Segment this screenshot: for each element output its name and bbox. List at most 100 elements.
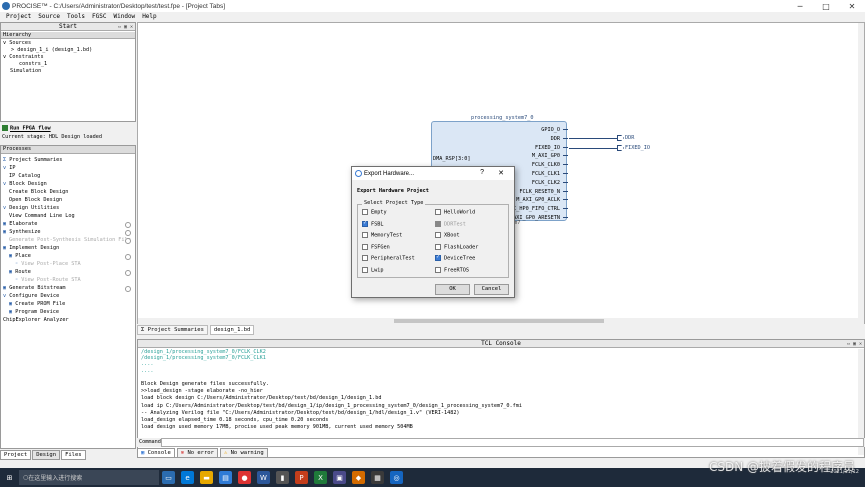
checkbox-icon[interactable] (362, 255, 368, 261)
checkbox-icon[interactable] (435, 209, 441, 215)
chrome-icon[interactable]: ● (238, 471, 251, 484)
process-item[interactable]: v Configure Device (3, 293, 59, 299)
minimize-button[interactable]: ─ (787, 0, 813, 12)
process-item[interactable]: v Design Utilities (3, 205, 59, 211)
tree-constraints[interactable]: v Constraints (3, 54, 44, 60)
block-port[interactable]: FCLK_CLK1 (532, 171, 560, 177)
tab-design[interactable]: Design (32, 450, 61, 460)
run-fpga-flow-button[interactable]: Run FPGA flow (2, 125, 51, 132)
app-icon[interactable]: ▣ (333, 471, 346, 484)
block-port[interactable]: GPIO_O (541, 127, 560, 133)
menu-fgsc[interactable]: FGSC (92, 13, 106, 20)
tab-project[interactable]: Project (0, 450, 32, 460)
tree-constrs[interactable]: constrs_1 (19, 61, 47, 67)
process-item[interactable]: ▣ Generate Bitstream (3, 285, 65, 291)
cancel-button[interactable]: Cancel (474, 284, 509, 295)
block-port[interactable]: M_AXI_GP0 (532, 153, 560, 159)
checkbox-icon[interactable] (362, 243, 368, 250)
process-item[interactable]: Open Block Design (9, 197, 62, 203)
project-type-option[interactable]: FreeRTOS (435, 266, 469, 273)
project-type-option[interactable]: Lwip (362, 266, 384, 273)
project-type-option[interactable]: HelloWorld (435, 209, 475, 216)
process-item[interactable]: ▣ Elaborate (3, 221, 37, 227)
tab-files[interactable]: Files (61, 450, 86, 460)
menu-project[interactable]: Project (6, 13, 31, 20)
checkbox-icon[interactable] (435, 243, 441, 250)
taskbar-search[interactable]: ○ 在这里输入进行搜索 (19, 470, 159, 485)
tab-console[interactable]: ▣ Console (137, 448, 175, 458)
checkbox-icon[interactable] (435, 266, 441, 273)
project-type-option[interactable]: FlashLoader (435, 243, 478, 250)
procise-icon[interactable]: ◎ (390, 471, 403, 484)
process-item[interactable]: Σ Project Summaries (3, 157, 62, 163)
process-item[interactable]: ◦ View Post-Route STA (15, 277, 81, 283)
app-icon[interactable]: ▦ (371, 471, 384, 484)
process-item[interactable]: ▣ Synthesize (3, 229, 40, 235)
menu-window[interactable]: Window (114, 13, 136, 20)
excel-icon[interactable]: X (314, 471, 327, 484)
tab-design-bd[interactable]: design_1.bd (209, 325, 255, 335)
windows-start-icon[interactable]: ⊞ (3, 471, 16, 484)
checkbox-icon[interactable] (435, 232, 441, 238)
app-icon[interactable]: ◆ (352, 471, 365, 484)
ok-button[interactable]: OK (435, 284, 470, 295)
process-item[interactable]: v IP (3, 165, 16, 171)
process-item[interactable]: ▣ Create PROM File (9, 301, 65, 307)
store-icon[interactable]: ▤ (219, 471, 232, 484)
process-item[interactable]: v Block Design (3, 181, 47, 187)
tree-simulation[interactable]: Simulation (10, 68, 41, 74)
block-port[interactable]: DDR (551, 136, 560, 142)
project-type-option[interactable]: FSFGen (362, 243, 390, 250)
block-port[interactable]: FCLK_CLK0 (532, 162, 560, 168)
project-type-option[interactable]: MemoryTest (362, 232, 402, 239)
block-port[interactable]: M_AXI_GP0_ACLK (516, 197, 560, 203)
tab-project-summaries[interactable]: Σ Project Summaries (137, 325, 208, 335)
process-item[interactable]: IP Catalog (9, 173, 40, 179)
block-port[interactable]: FCLK_CLK2 (532, 180, 560, 186)
app-icon[interactable]: ▮ (276, 471, 289, 484)
project-type-option[interactable]: DeviceTree (435, 254, 475, 262)
tab-no-warning[interactable]: ⚠ No warning (219, 448, 268, 458)
task-view-icon[interactable]: ▭ (162, 471, 175, 484)
process-item[interactable]: Create Block Design (9, 189, 68, 195)
block-port[interactable]: FIXED_IO (535, 145, 560, 151)
checkbox-icon[interactable] (362, 232, 368, 238)
edge-icon[interactable]: e (181, 471, 194, 484)
process-item[interactable]: ▣ Program Device (9, 309, 59, 315)
project-type-option[interactable]: XBoot (435, 232, 460, 239)
word-icon[interactable]: W (257, 471, 270, 484)
vertical-scrollbar[interactable] (858, 23, 864, 324)
close-window-button[interactable]: ✕ (839, 0, 865, 12)
folder-icon[interactable]: ▬ (200, 471, 213, 484)
project-type-option[interactable]: Empty (362, 209, 387, 216)
checkbox-icon[interactable] (362, 220, 368, 227)
checkbox-icon[interactable] (435, 254, 441, 261)
tree-sources[interactable]: v Sources (3, 40, 31, 46)
maximize-button[interactable]: □ (813, 0, 839, 12)
process-item[interactable]: ▣ Place (9, 253, 31, 259)
process-item[interactable]: ▣ Route (9, 269, 31, 275)
process-item[interactable]: ◦ View Post-Place STA (15, 261, 81, 267)
block-port[interactable]: FCLK_RESET0_N (519, 189, 560, 195)
checkbox-icon[interactable] (362, 266, 368, 273)
project-type-option[interactable]: DDRTest (435, 220, 466, 227)
command-input[interactable] (161, 438, 864, 447)
project-type-option[interactable]: PeripheralTest (362, 255, 415, 262)
menu-help[interactable]: Help (142, 13, 156, 20)
process-item[interactable]: ChipExplorer Analyzer (3, 317, 69, 323)
process-item[interactable]: Generate Post-Synthesis Simulation File (9, 237, 131, 243)
help-button[interactable]: ? (480, 169, 484, 176)
checkbox-icon[interactable] (435, 220, 441, 227)
panel-controls-icon[interactable]: ▭ ▣ ✕ (118, 23, 133, 31)
powerpoint-icon[interactable]: P (295, 471, 308, 484)
process-item[interactable]: ▣ Implement Design (3, 245, 59, 251)
process-item[interactable]: View Command Line Log (9, 213, 75, 219)
menu-source[interactable]: Source (38, 13, 60, 20)
dialog-close-button[interactable]: ✕ (498, 169, 504, 177)
project-type-option[interactable]: FSBL (362, 220, 384, 227)
tab-no-error[interactable]: ⊗ No error (176, 448, 218, 458)
menu-tools[interactable]: Tools (67, 13, 85, 20)
scrollbar-thumb[interactable] (394, 319, 604, 323)
panel-controls-icon[interactable]: ▭ ▣ ✕ (847, 340, 862, 348)
tree-design[interactable]: > design_1_i (design_1.bd) (11, 47, 92, 53)
